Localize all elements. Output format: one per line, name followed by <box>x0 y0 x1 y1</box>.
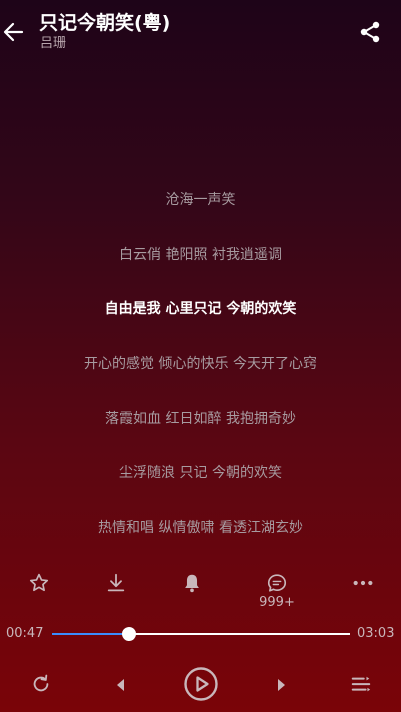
previous-button[interactable] <box>113 676 129 694</box>
lyric-line[interactable]: 落霞如血 红日如醉 我抱拥奇妙 <box>0 399 401 454</box>
share-button[interactable] <box>358 20 382 44</box>
elapsed-time: 00:47 <box>6 626 44 641</box>
lyric-line[interactable]: 白云俏 艳阳照 衬我逍遥调 <box>0 235 401 290</box>
download-icon <box>107 573 125 592</box>
progress-played <box>52 633 129 635</box>
artist-name[interactable]: 吕珊 <box>40 36 66 52</box>
more-horizontal-icon <box>353 580 373 586</box>
lyric-line[interactable]: 热情和唱 纵情傲啸 看透江湖玄妙 <box>0 508 401 563</box>
share-icon <box>360 21 380 43</box>
progress-track[interactable] <box>52 627 350 641</box>
playlist-icon <box>351 676 371 692</box>
comment-icon <box>267 574 287 592</box>
lyric-line[interactable]: 尘浮随浪 只记 今朝的欢笑 <box>0 453 401 508</box>
more-button[interactable] <box>343 572 383 602</box>
repeat-button[interactable] <box>30 673 52 695</box>
player-screen: 只记今朝笑(粤) 吕珊 沧海一声笑 白云俏 艳阳照 衬我逍遥调 自由是我 心里只… <box>0 0 401 712</box>
lyric-line[interactable]: 沧海一声笑 <box>0 180 401 235</box>
bell-icon <box>185 574 199 593</box>
lyric-line[interactable]: 开心的感觉 倾心的快乐 今天开了心窍 <box>0 344 401 399</box>
favorite-button[interactable] <box>19 572 59 602</box>
repeat-icon <box>33 674 49 692</box>
play-button[interactable] <box>183 666 219 702</box>
song-title: 只记今朝笑(粤) <box>39 12 171 34</box>
action-bar: 999+ <box>0 568 401 616</box>
previous-icon <box>117 679 124 691</box>
back-button[interactable] <box>2 18 26 46</box>
header: 只记今朝笑(粤) 吕珊 <box>0 0 401 60</box>
star-outline-icon <box>29 573 49 592</box>
playlist-button[interactable] <box>350 674 372 696</box>
next-button[interactable] <box>273 676 289 694</box>
arrow-left-icon <box>3 22 24 42</box>
progress-row: 00:47 03:03 <box>0 622 401 646</box>
lyric-line-current[interactable]: 自由是我 心里只记 今朝的欢笑 <box>0 289 401 344</box>
download-button[interactable] <box>96 572 136 602</box>
lyrics-panel[interactable]: 沧海一声笑 白云俏 艳阳照 衬我逍遥调 自由是我 心里只记 今朝的欢笑 开心的感… <box>0 180 401 563</box>
ringtone-button[interactable] <box>172 572 212 602</box>
comment-count: 999+ <box>259 595 295 610</box>
play-circle-icon <box>184 667 218 701</box>
playback-controls <box>0 664 401 708</box>
progress-thumb[interactable] <box>121 627 136 641</box>
next-icon <box>278 679 285 691</box>
total-time: 03:03 <box>357 626 395 641</box>
